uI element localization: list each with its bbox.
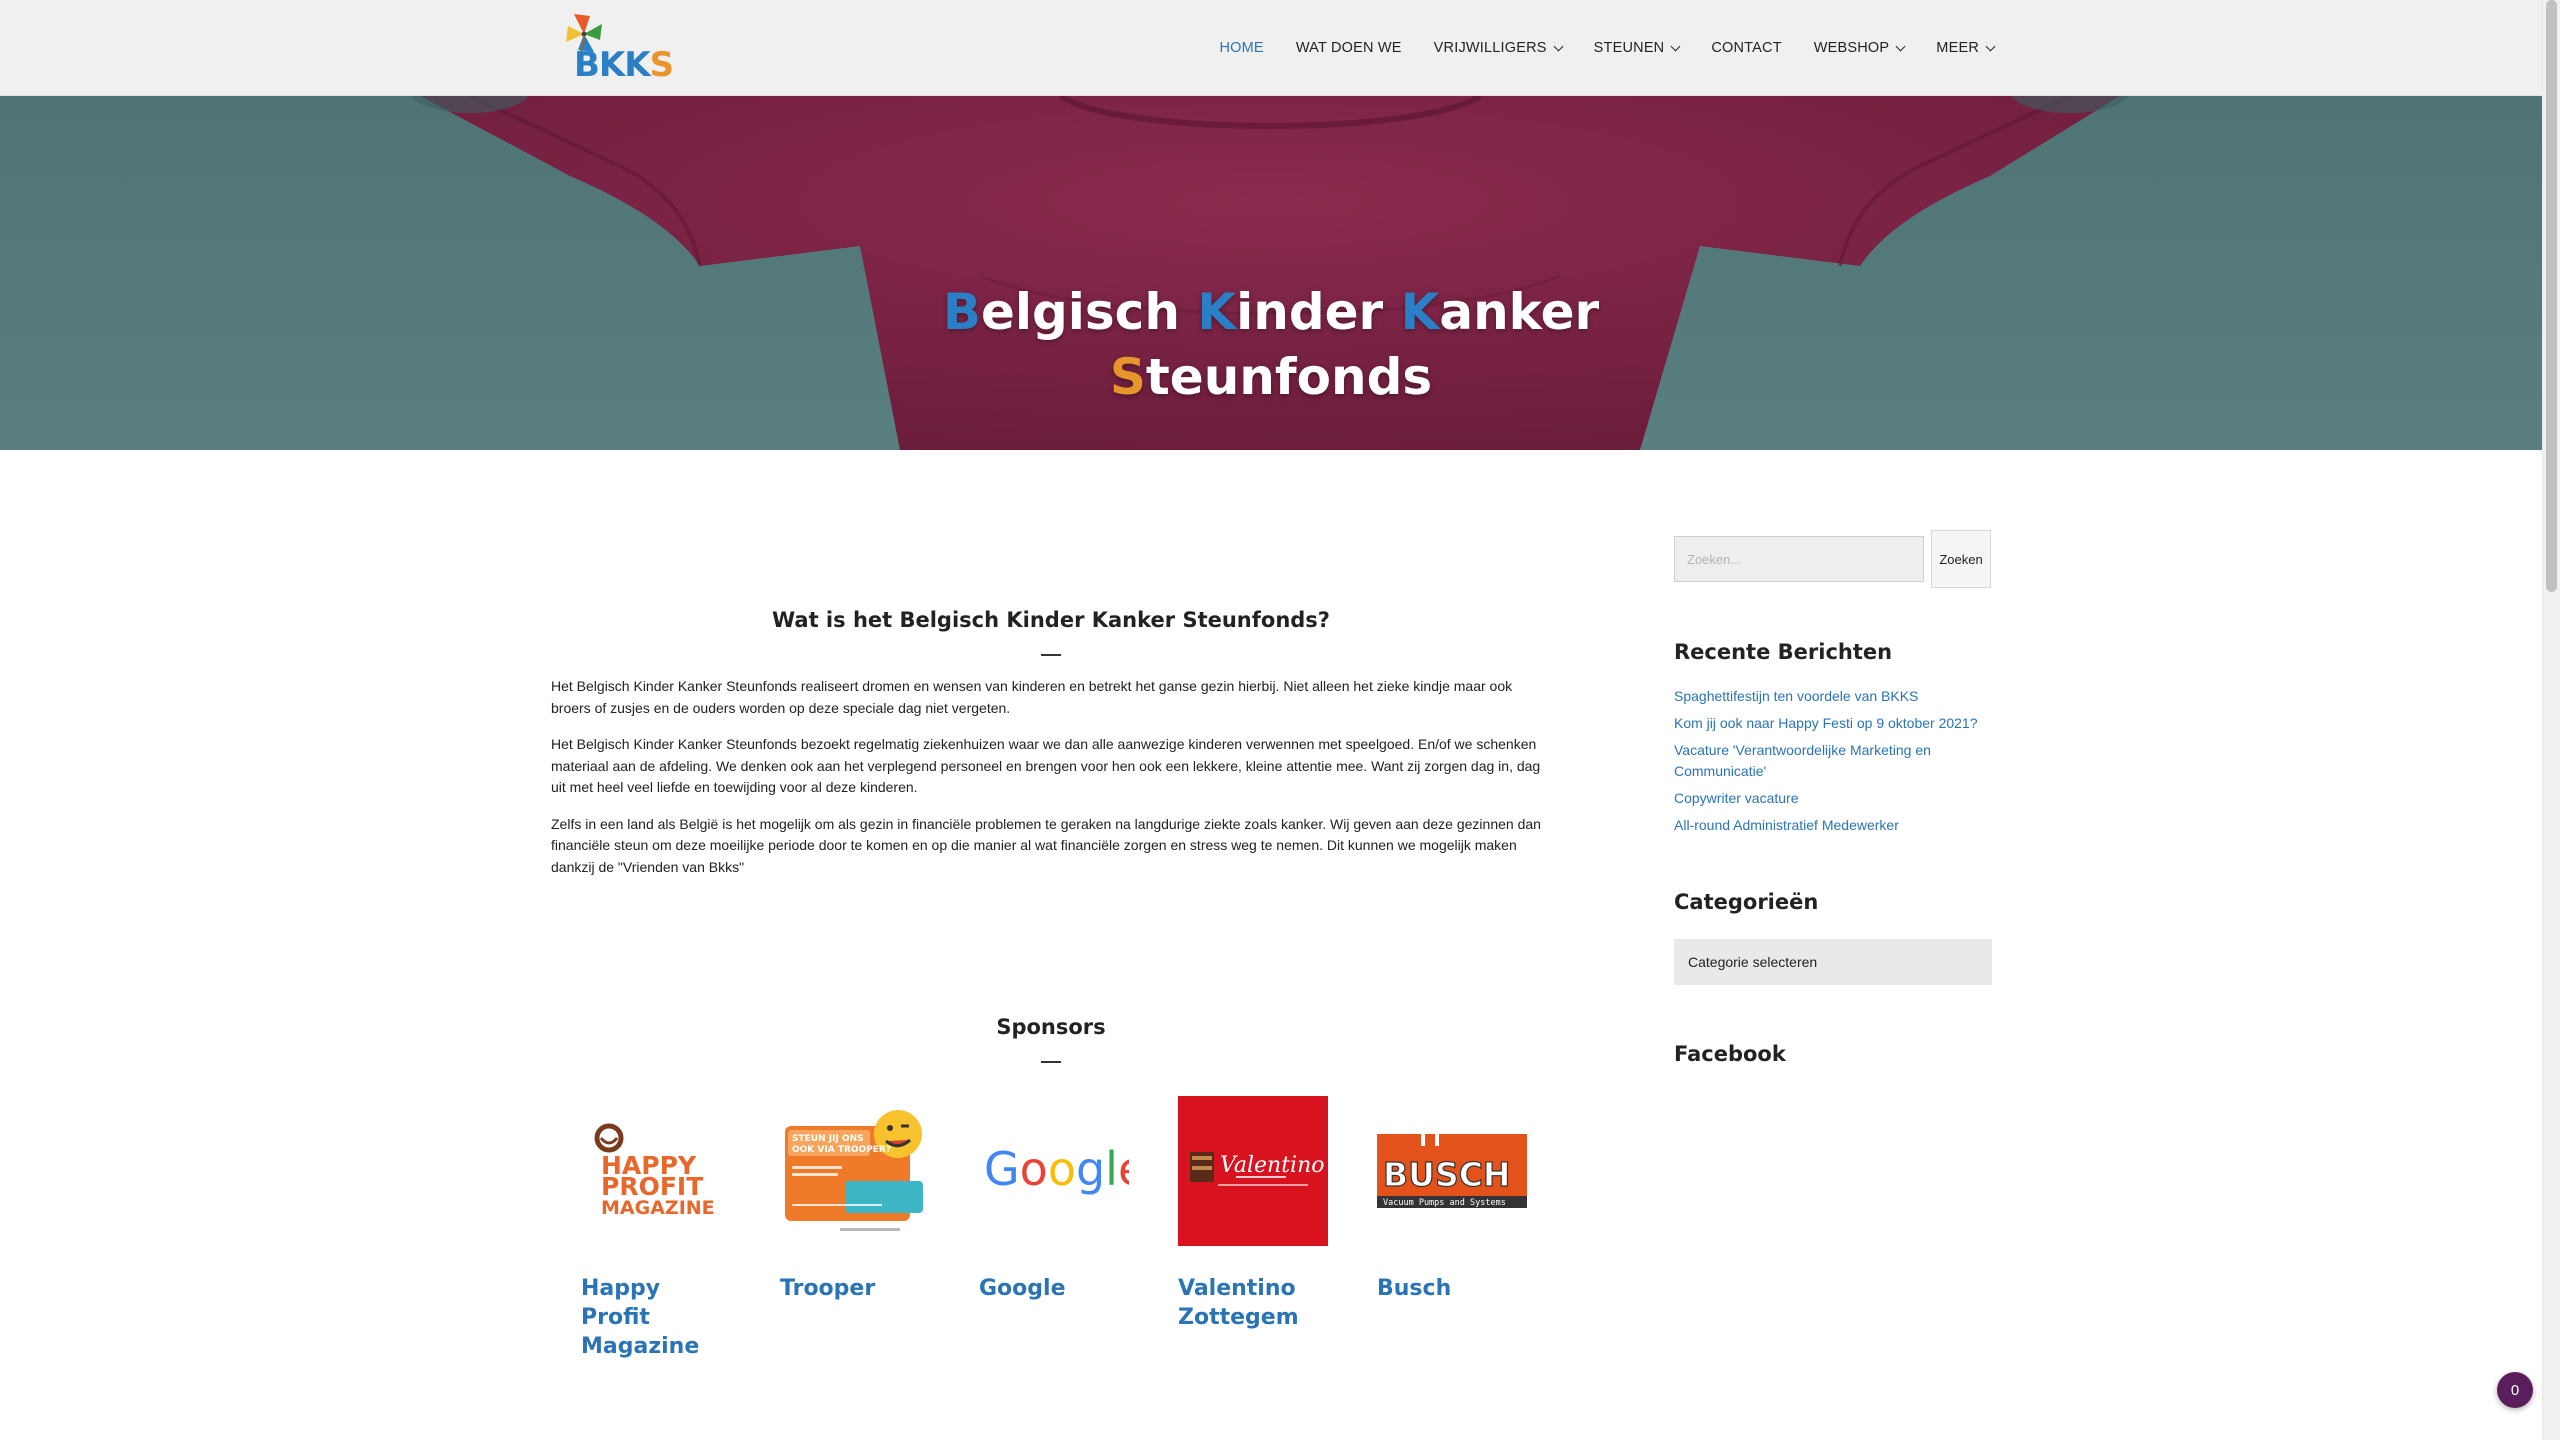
nav-item-vrijwilligers[interactable]: VRIJWILLIGERS [1418,40,1578,56]
logo-text: Vacuum Pumps and Systems [1383,1198,1506,1208]
chevron-down-icon [1895,41,1906,51]
nav-item-steunen[interactable]: STEUNEN [1578,40,1696,56]
nav-item-contact[interactable]: CONTACT [1695,40,1797,56]
category-select-value: Categorie selecteren [1688,954,1818,970]
busch-logo[interactable]: BUSCH Vacuum Pumps and Systems [1377,1096,1527,1246]
sponsor-card[interactable]: Valentino Valentino Zottegem [1178,1096,1328,1361]
svg-text:Google: Google [984,1142,1129,1196]
page-scrollbar[interactable] [2542,0,2560,1440]
category-select[interactable]: Categorie selecteren [1674,939,1992,985]
hero-title: Belgisch Kinder Kanker Steunfonds [942,282,1600,406]
happy-profit-logo[interactable]: HAPPY PROFIT MAGAZINE [581,1096,731,1246]
nav-item-meer[interactable]: MEER [1920,40,1996,56]
sponsors-title: Sponsors [996,1015,1106,1039]
main-nav: HOME WAT DOEN WE VRIJWILLIGERS STEUNEN CONTA… [1204,0,1996,96]
nav-item-label: HOME [1219,40,1264,56]
intro-title: Wat is het Belgisch Kinder Kanker Steunf… [772,608,1330,632]
recent-posts-title: Recente Berichten [1674,640,1893,664]
sponsor-name[interactable]: Happy Profit Magazine [581,1274,731,1361]
sponsor-name[interactable]: Google [979,1274,1129,1303]
nav-item-webshop[interactable]: WEBSHOP [1798,40,1921,56]
nav-item-label: MEER [1936,40,1979,56]
sponsor-grid: HAPPY PROFIT MAGAZINE Happy Profit Magaz… [581,1096,1551,1361]
logo-text: BKKS [574,45,674,85]
nav-item-label: VRIJWILLIGERS [1433,40,1547,56]
logo-text: BUSCH [1383,1155,1511,1194]
google-logo[interactable]: Google [979,1096,1129,1246]
chevron-down-icon [1553,41,1564,51]
intro-paragraph: Het Belgisch Kinder Kanker Steunfonds re… [551,678,1513,716]
intro-text: Het Belgisch Kinder Kanker Steunfonds re… [551,676,1551,893]
nav-item-label: STEUNEN [1593,40,1665,56]
logo-text: MAGAZINE [601,1197,715,1219]
bkks-logo[interactable]: BKKS [554,10,674,88]
sponsor-card[interactable]: STEUN JIJ ONS OOK VIA TROOPER? Trooper [780,1096,930,1361]
title-divider [1041,654,1061,656]
hero-banner: Belgisch Kinder Kanker Steunfonds [0,96,2542,450]
logo-text: OOK VIA TROOPER? [792,1145,891,1155]
logo-text: Valentino [1220,1153,1325,1178]
search-input[interactable] [1674,536,1924,582]
nav-item-label: WAT DOEN WE [1295,40,1402,56]
sponsor-name[interactable]: Trooper [780,1274,930,1303]
nav-item-label: CONTACT [1711,40,1782,56]
recent-post-link[interactable]: All-round Administratief Medewerker [1674,815,1992,836]
scrollbar-thumb[interactable] [2546,0,2557,592]
recent-post-link[interactable]: Copywriter vacature [1674,788,1992,809]
title-divider [1041,1061,1061,1063]
recent-post-link[interactable]: Vacature 'Verantwoordelijke Marketing en… [1674,740,1992,782]
valentino-logo[interactable]: Valentino [1178,1096,1328,1246]
recent-post-link[interactable]: Spaghettifestijn ten voordele van BKKS [1674,686,1992,707]
intro-paragraph: Het Belgisch Kinder Kanker Steunfonds be… [551,736,1541,795]
cart-count-badge[interactable]: 0 [2497,1372,2533,1408]
search-button[interactable]: Zoeken [1931,530,1991,588]
nav-item-wat-doen-we[interactable]: WAT DOEN WE [1280,40,1418,56]
site-header: BKKS HOME WAT DOEN WE VRIJWILLIGERS STEUNEN… [0,0,2542,96]
sponsor-card[interactable]: HAPPY PROFIT MAGAZINE Happy Profit Magaz… [581,1096,731,1361]
chevron-down-icon [1670,41,1681,51]
sponsor-name[interactable]: Busch [1377,1274,1527,1303]
sponsor-card[interactable]: Google Google [979,1096,1129,1361]
chevron-down-icon [1985,41,1996,51]
nav-item-label: WEBSHOP [1813,40,1890,56]
logo-text: STEUN JIJ ONS [792,1134,864,1144]
intro-paragraph: Zelfs in een land als België is het moge… [551,815,1541,875]
sponsor-card[interactable]: BUSCH Vacuum Pumps and Systems Busch [1377,1096,1527,1361]
trooper-logo[interactable]: STEUN JIJ ONS OOK VIA TROOPER? [780,1096,930,1246]
recent-post-link[interactable]: Kom jij ook naar Happy Festi op 9 oktobe… [1674,713,1992,734]
recent-posts-list: Spaghettifestijn ten voordele van BKKS K… [1674,686,1992,842]
sponsor-name[interactable]: Valentino Zottegem [1178,1274,1328,1332]
nav-item-home[interactable]: HOME [1204,40,1280,56]
categories-title: Categorieën [1674,890,1819,914]
facebook-title: Facebook [1674,1042,1786,1066]
